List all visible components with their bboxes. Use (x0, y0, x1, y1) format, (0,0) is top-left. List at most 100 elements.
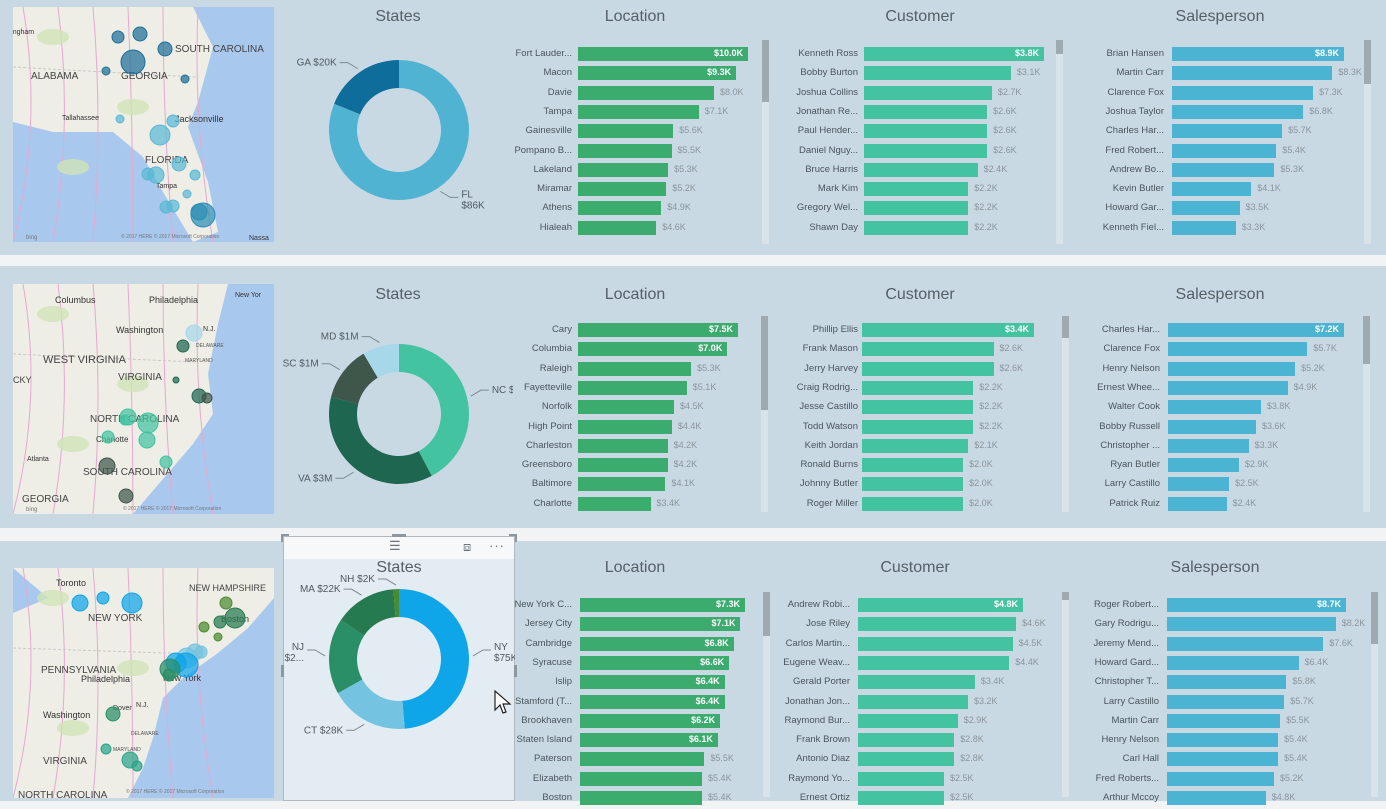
map-bubble[interactable] (157, 41, 173, 57)
location-bar[interactable] (578, 124, 674, 139)
salesperson-bar-row[interactable]: Roger Robert... $8.7K (1065, 597, 1386, 616)
location-bar[interactable] (578, 162, 669, 177)
customer-bar-row[interactable]: Ronald Burns $2.0K (780, 457, 1074, 476)
salesperson-scrollbar[interactable] (1371, 592, 1378, 797)
salesperson-scrollbar-thumb[interactable] (1364, 40, 1371, 84)
customer-bar[interactable] (862, 361, 994, 376)
location-scrollbar[interactable] (763, 592, 770, 797)
salesperson-bar-row[interactable]: Howard Gar... $3.5K (1070, 200, 1384, 219)
map-bubble[interactable] (213, 615, 227, 629)
map-bubble[interactable] (166, 114, 180, 128)
customer-bar[interactable] (864, 182, 969, 197)
location-bar-row[interactable]: Paterson $5.5K (500, 751, 785, 770)
location-bar[interactable] (578, 458, 668, 473)
salesperson-bar[interactable] (1172, 66, 1333, 81)
customer-bar[interactable] (864, 143, 988, 158)
customer-bar-row[interactable]: Jonathan Re... $2.6K (780, 104, 1084, 123)
location-bar[interactable] (578, 143, 672, 158)
location-bar[interactable] (578, 477, 666, 492)
location-bar-row[interactable]: Charlotte $3.4K (500, 496, 778, 515)
location-bar-row[interactable]: Columbia $7.0K (500, 341, 778, 360)
customer-bar[interactable] (864, 66, 1011, 81)
location-bar[interactable] (578, 85, 714, 100)
salesperson-bar[interactable] (1167, 752, 1279, 767)
customer-bar-row[interactable]: Jonathan Jon... $3.2K (775, 694, 1063, 713)
location-bar-row[interactable]: Tampa $7.1K (500, 104, 788, 123)
location-bar-row[interactable]: High Point $4.4K (500, 419, 778, 438)
location-bar[interactable] (578, 182, 667, 197)
customer-bar[interactable] (862, 477, 964, 492)
map-bubble[interactable] (132, 26, 148, 42)
salesperson-bar-row[interactable]: Clarence Fox $5.7K (1070, 341, 1384, 360)
resize-handle-top-right-v[interactable] (515, 534, 517, 542)
location-bar-row[interactable]: Syracuse $6.6K (500, 655, 785, 674)
map-bubble[interactable] (189, 169, 201, 181)
donut-slice-ga[interactable] (334, 59, 399, 115)
customer-bar-row[interactable]: Roger Miller $2.0K (780, 496, 1074, 515)
location-bar[interactable] (578, 361, 692, 376)
location-bar[interactable] (580, 791, 703, 805)
customer-bar[interactable] (864, 201, 969, 216)
map-bubble[interactable] (101, 66, 111, 76)
salesperson-bar-row[interactable]: Fred Roberts... $5.2K (1065, 771, 1386, 790)
customer-bar[interactable] (858, 752, 955, 767)
location-bar-row[interactable]: Boston $5.4K (500, 790, 785, 809)
map-bubble[interactable] (172, 376, 180, 384)
customer-bar[interactable] (858, 655, 1010, 670)
bubble-map[interactable]: TorontoNEW HAMPSHIRENEW YORKBostonPENNSY… (13, 568, 274, 798)
map-bubble[interactable] (159, 455, 173, 469)
location-bar[interactable] (578, 438, 668, 453)
salesperson-bar[interactable] (1167, 617, 1336, 632)
location-bar[interactable] (580, 752, 705, 767)
salesperson-bar-row[interactable]: Carl Hall $5.4K (1065, 751, 1386, 770)
customer-bar[interactable] (862, 419, 974, 434)
map-bubble[interactable] (138, 431, 156, 449)
location-bar-row[interactable]: Gainesville $5.6K (500, 123, 788, 142)
bubble-map[interactable]: rminghamSOUTH CAROLINAALABAMAGEORGIATall… (13, 7, 274, 242)
location-bar[interactable] (578, 419, 672, 434)
map-bubble[interactable] (100, 743, 112, 755)
map-bubble[interactable] (120, 49, 146, 75)
location-bar-row[interactable]: Fayetteville $5.1K (500, 380, 778, 399)
map-bubble[interactable] (171, 156, 187, 172)
salesperson-bar-row[interactable]: Larry Castillo $5.7K (1065, 694, 1386, 713)
customer-bar-row[interactable]: Gerald Porter $3.4K (775, 674, 1063, 693)
location-scrollbar-thumb[interactable] (762, 40, 769, 102)
map-bubble[interactable] (166, 199, 180, 213)
salesperson-bar-row[interactable]: Henry Nelson $5.4K (1065, 732, 1386, 751)
salesperson-bar-row[interactable]: Kevin Butler $4.1K (1070, 181, 1384, 200)
salesperson-bar-row[interactable]: Charles Har... $7.2K (1070, 322, 1384, 341)
location-bar-row[interactable]: Brookhaven $6.2K (500, 713, 785, 732)
salesperson-bar-row[interactable]: Patrick Ruiz $2.4K (1070, 496, 1384, 515)
location-scrollbar-thumb[interactable] (763, 592, 770, 636)
customer-bar-row[interactable]: Raymond Yo... $2.5K (775, 771, 1063, 790)
salesperson-scrollbar-thumb[interactable] (1363, 316, 1370, 364)
map-bubble[interactable] (111, 30, 125, 44)
salesperson-bar[interactable] (1172, 85, 1314, 100)
salesperson-bar-row[interactable]: Kenneth Fiel... $3.3K (1070, 220, 1384, 239)
location-scrollbar[interactable] (762, 40, 769, 244)
map-bubble[interactable] (131, 760, 143, 772)
map-bubble[interactable] (71, 594, 89, 612)
salesperson-bar-row[interactable]: Andrew Bo... $5.3K (1070, 162, 1384, 181)
customer-bar-row[interactable]: Kenneth Ross $3.8K (780, 46, 1084, 65)
salesperson-bar-row[interactable]: Christopher T... $5.8K (1065, 674, 1386, 693)
customer-bar-row[interactable]: Carlos Martin... $4.5K (775, 636, 1063, 655)
location-bar-row[interactable]: Charleston $4.2K (500, 438, 778, 457)
salesperson-bar[interactable] (1172, 220, 1236, 235)
customer-bar[interactable] (862, 438, 969, 453)
location-bar-row[interactable]: Lakeland $5.3K (500, 162, 788, 181)
map-bubble[interactable] (201, 392, 213, 404)
customer-bar-row[interactable]: Antonio Diaz $2.8K (775, 751, 1063, 770)
salesperson-bar-row[interactable]: Jeremy Mend... $7.6K (1065, 636, 1386, 655)
salesperson-bar-row[interactable]: Clarence Fox $7.3K (1070, 85, 1384, 104)
customer-bar[interactable] (858, 713, 958, 728)
customer-scrollbar[interactable] (1062, 316, 1069, 512)
salesperson-bar[interactable] (1172, 143, 1277, 158)
location-bar-row[interactable]: Macon $9.3K (500, 65, 788, 84)
location-bar-row[interactable]: Baltimore $4.1K (500, 476, 778, 495)
salesperson-bar-row[interactable]: Joshua Taylor $6.8K (1070, 104, 1384, 123)
map-bubble[interactable] (198, 621, 210, 633)
customer-scrollbar-thumb[interactable] (1062, 316, 1069, 338)
customer-bar-row[interactable]: Frank Brown $2.8K (775, 732, 1063, 751)
